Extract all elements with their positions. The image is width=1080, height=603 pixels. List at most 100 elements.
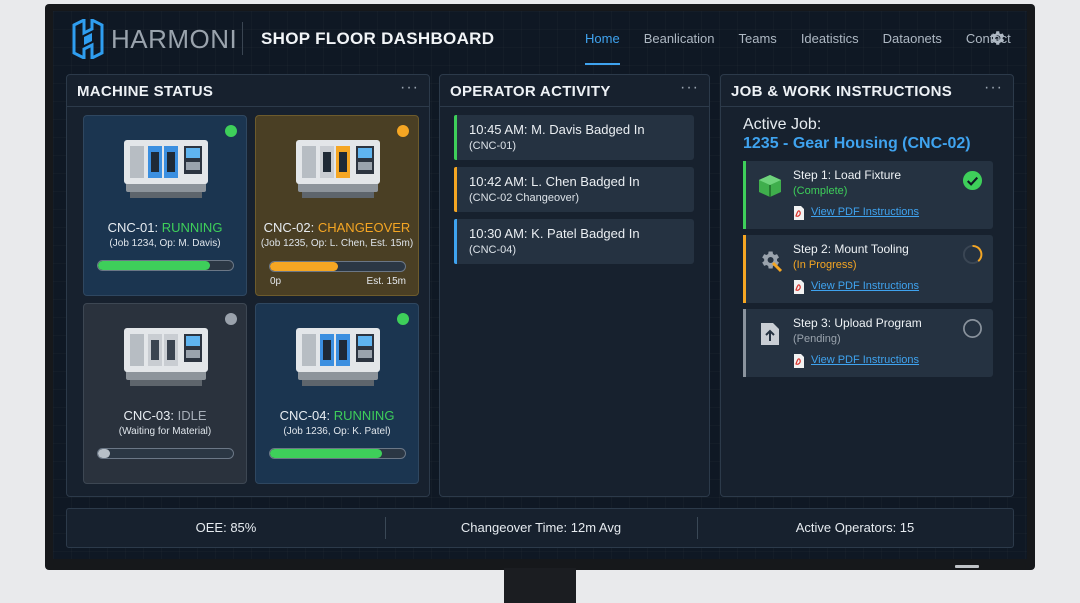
panel-title: JOB & WORK INSTRUCTIONS [731, 83, 953, 100]
nav-ideatistics[interactable]: Ideatistics [793, 11, 867, 65]
cnc-machine-icon [124, 328, 208, 386]
activity-entry[interactable]: 10:42 AM: L. Chen Badged In (CNC-02 Chan… [454, 167, 694, 212]
activity-machine: (CNC-01) [469, 140, 517, 152]
machine-status-text: CHANGEOVER [317, 220, 411, 235]
brand-logo[interactable]: HARMONI [71, 19, 237, 59]
machine-detail: (Job 1235, Op: L. Chen, Est. 15m) [260, 238, 414, 249]
more-options-icon[interactable]: ··· [400, 79, 419, 97]
machine-detail: (Waiting for Material) [118, 426, 212, 437]
check-complete-icon [962, 170, 983, 191]
view-pdf-link[interactable]: View PDF Instructions [811, 280, 919, 292]
work-step-2[interactable]: Step 2: Mount Tooling (In Progress) View… [743, 235, 993, 303]
machine-card-cnc-04[interactable]: CNC-04: RUNNING (Job 1236, Op: K. Patel) [255, 303, 419, 484]
monitor-power-indicator [955, 565, 979, 568]
view-pdf-link[interactable]: View PDF Instructions [811, 354, 919, 366]
machine-card-cnc-02[interactable]: CNC-02: CHANGEOVER (Job 1235, Op: L. Che… [255, 115, 419, 296]
changeover-time-metric: Changeover Time: 12m Avg [460, 520, 622, 535]
machine-progress-bar [269, 448, 406, 459]
main-nav: Home Beanlication Teams Ideatistics Data… [577, 11, 1027, 67]
pdf-icon [794, 280, 804, 294]
metrics-bar: OEE: 85% Changeover Time: 12m Avg Active… [66, 508, 1014, 548]
step-title: Step 3: Upload Program [793, 316, 922, 330]
progress-fill [270, 449, 383, 458]
progress-fill [98, 261, 211, 270]
activity-machine: (CNC-04) [469, 244, 517, 256]
machine-card-cnc-03[interactable]: CNC-03: IDLE (Waiting for Material) [83, 303, 247, 484]
progress-fill [98, 449, 111, 458]
machine-progress-bar [97, 260, 234, 271]
pdf-icon [794, 354, 804, 368]
machine-status-text: RUNNING [161, 220, 223, 235]
nav-teams[interactable]: Teams [731, 11, 785, 65]
status-indicator-dot [225, 313, 237, 325]
machine-card-cnc-01[interactable]: CNC-01: RUNNING (Job 1234, Op: M. Davis) [83, 115, 247, 296]
activity-color-bar [454, 219, 457, 264]
activity-text: 10:30 AM: K. Patel Badged In [469, 226, 640, 241]
step-status: (Pending) [793, 333, 841, 345]
activity-machine: (CNC-02 Changeover) [469, 192, 580, 204]
machine-status-text: IDLE [177, 408, 207, 423]
activity-entry[interactable]: 10:30 AM: K. Patel Badged In (CNC-04) [454, 219, 694, 264]
step-title: Step 2: Mount Tooling [793, 242, 909, 256]
progress-estimate-label: Est. 15m [366, 276, 406, 287]
pdf-icon [794, 206, 804, 220]
header-divider [242, 22, 243, 55]
more-options-icon[interactable]: ··· [680, 79, 699, 97]
machine-name: CNC-03: IDLE [123, 408, 207, 423]
step-color-bar [743, 161, 746, 229]
monitor-stand [504, 568, 576, 603]
panel-header: OPERATOR ACTIVITY ··· [440, 75, 709, 107]
nav-dataonets[interactable]: Dataonets [875, 11, 950, 65]
brand-name: HARMONI [111, 23, 238, 54]
machine-name: CNC-01: RUNNING [107, 220, 223, 235]
status-indicator-dot [225, 125, 237, 137]
panel-title: MACHINE STATUS [77, 83, 214, 100]
more-options-icon[interactable]: ··· [984, 79, 1003, 97]
machine-progress-bar [97, 448, 234, 459]
gear-icon[interactable] [988, 29, 1006, 47]
step-title: Step 1: Load Fixture [793, 168, 902, 182]
step-status: (In Progress) [793, 259, 857, 271]
cnc-machine-icon [296, 328, 380, 386]
cube-fixture-icon [759, 175, 781, 197]
panel-header: JOB & WORK INSTRUCTIONS ··· [721, 75, 1013, 107]
upload-icon [761, 323, 779, 345]
top-navigation-bar: HARMONI SHOP FLOOR DASHBOARD Home Beanli… [53, 11, 1027, 67]
panel-header: MACHINE STATUS ··· [67, 75, 429, 107]
active-job-name: 1235 - Gear Housing (CNC-02) [743, 135, 971, 152]
activity-color-bar [454, 115, 457, 160]
activity-entry[interactable]: 10:45 AM: M. Davis Badged In (CNC-01) [454, 115, 694, 160]
machine-status-text: RUNNING [333, 408, 395, 423]
active-job-label: Active Job: [743, 116, 822, 133]
step-status: (Complete) [793, 185, 848, 197]
machine-detail: (Job 1234, Op: M. Davis) [109, 238, 221, 249]
oee-metric: OEE: 85% [195, 520, 257, 535]
machine-status-panel: MACHINE STATUS ··· CNC-01: RUNNING (Job … [66, 74, 430, 497]
cnc-machine-icon [124, 140, 208, 198]
cnc-machine-icon [296, 140, 380, 198]
progress-fill [270, 262, 338, 271]
work-step-3[interactable]: Step 3: Upload Program (Pending) View PD… [743, 309, 993, 377]
machine-progress-bar [269, 261, 406, 272]
machine-detail: (Job 1236, Op: K. Patel) [283, 426, 391, 437]
in-progress-spinner-icon [962, 244, 983, 265]
nav-beanlication[interactable]: Beanlication [636, 11, 723, 65]
dashboard-screen: HARMONI SHOP FLOOR DASHBOARD Home Beanli… [53, 11, 1027, 559]
job-instructions-panel: JOB & WORK INSTRUCTIONS ··· Active Job: … [720, 74, 1014, 497]
step-color-bar [743, 309, 746, 377]
activity-text: 10:45 AM: M. Davis Badged In [469, 122, 645, 137]
nav-home[interactable]: Home [577, 11, 628, 65]
machine-name: CNC-04: RUNNING [279, 408, 395, 423]
work-step-1[interactable]: Step 1: Load Fixture (Complete) View PDF… [743, 161, 993, 229]
view-pdf-link[interactable]: View PDF Instructions [811, 206, 919, 218]
machine-name: CNC-02: CHANGEOVER [263, 220, 411, 235]
operator-activity-panel: OPERATOR ACTIVITY ··· 10:45 AM: M. Davis… [439, 74, 710, 497]
pending-circle-icon [963, 319, 982, 338]
progress-start-label: 0p [270, 276, 282, 287]
activity-color-bar [454, 167, 457, 212]
activity-text: 10:42 AM: L. Chen Badged In [469, 174, 640, 189]
active-operators-metric: Active Operators: 15 [795, 520, 915, 535]
panel-title: OPERATOR ACTIVITY [450, 83, 611, 100]
harmoni-logo-icon [72, 19, 104, 59]
page-title: SHOP FLOOR DASHBOARD [261, 29, 495, 48]
